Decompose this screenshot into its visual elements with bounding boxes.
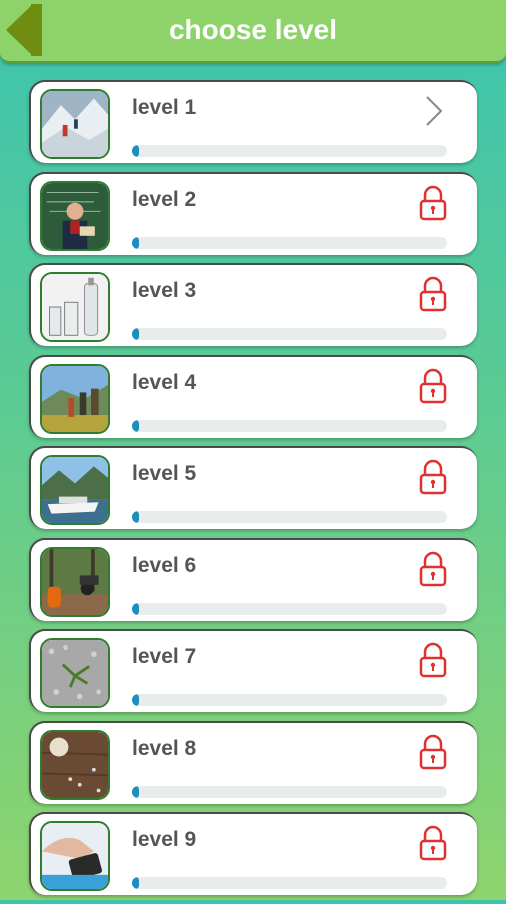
level-label: level 3 xyxy=(132,279,197,302)
level-progress-fill xyxy=(132,602,139,615)
level-progress-fill xyxy=(132,785,139,798)
level-progress-bar xyxy=(132,328,447,340)
level-label: level 2 xyxy=(132,187,197,211)
level-thumbnail xyxy=(40,455,110,525)
lock-icon xyxy=(417,825,449,861)
level-progress-fill xyxy=(132,511,139,523)
level-progress-fill xyxy=(132,694,139,706)
level-card-3[interactable]: level 3 xyxy=(29,263,477,346)
lock-icon xyxy=(417,551,449,587)
level-card-6[interactable]: level 6 xyxy=(29,537,477,621)
level-label: level 7 xyxy=(132,645,197,668)
level-card-5[interactable]: level 5 xyxy=(29,446,477,529)
level-thumbnail xyxy=(40,638,110,708)
level-label: level 9 xyxy=(132,828,197,851)
level-card-7[interactable]: level 7 xyxy=(29,629,477,712)
level-progress-bar xyxy=(132,511,447,523)
lock-icon xyxy=(417,276,449,312)
lock-icon xyxy=(417,459,449,495)
level-progress-bar xyxy=(132,877,447,889)
level-progress-bar xyxy=(132,694,447,706)
level-thumbnail xyxy=(40,180,110,251)
level-progress-bar xyxy=(132,419,447,432)
header-bar: choose level xyxy=(0,0,506,63)
level-list: level 1 level 2 level 3 level 4 level 5 level… xyxy=(29,80,477,904)
level-card-4[interactable]: level 4 xyxy=(29,354,477,438)
level-thumbnail xyxy=(40,729,110,800)
level-thumbnail xyxy=(40,89,110,159)
level-thumbnail xyxy=(40,363,110,434)
level-label: level 4 xyxy=(132,370,197,394)
level-card-1[interactable]: level 1 xyxy=(29,80,477,163)
level-progress-fill xyxy=(132,328,139,340)
level-thumbnail xyxy=(40,821,110,891)
level-progress-fill xyxy=(132,236,139,249)
lock-icon xyxy=(417,185,449,221)
lock-icon xyxy=(417,734,449,770)
level-label: level 6 xyxy=(132,553,197,577)
level-label: level 1 xyxy=(132,96,197,119)
level-card-2[interactable]: level 2 xyxy=(29,171,477,255)
level-progress-bar xyxy=(132,236,447,249)
page-title: choose level xyxy=(168,14,338,45)
level-progress-fill xyxy=(132,419,139,432)
level-progress-bar xyxy=(132,145,447,157)
level-label: level 5 xyxy=(132,462,197,485)
level-thumbnail xyxy=(40,546,110,617)
level-progress-bar xyxy=(132,785,447,798)
lock-icon xyxy=(417,368,449,404)
level-progress-fill xyxy=(132,145,139,157)
level-progress-bar xyxy=(132,602,447,615)
lock-icon xyxy=(417,642,449,678)
level-card-9[interactable]: level 9 xyxy=(29,812,477,895)
level-card-8[interactable]: level 8 xyxy=(29,720,477,804)
level-label: level 8 xyxy=(132,736,197,760)
level-thumbnail xyxy=(40,272,110,342)
chevron-right-icon[interactable] xyxy=(417,93,449,129)
level-progress-fill xyxy=(132,877,139,889)
